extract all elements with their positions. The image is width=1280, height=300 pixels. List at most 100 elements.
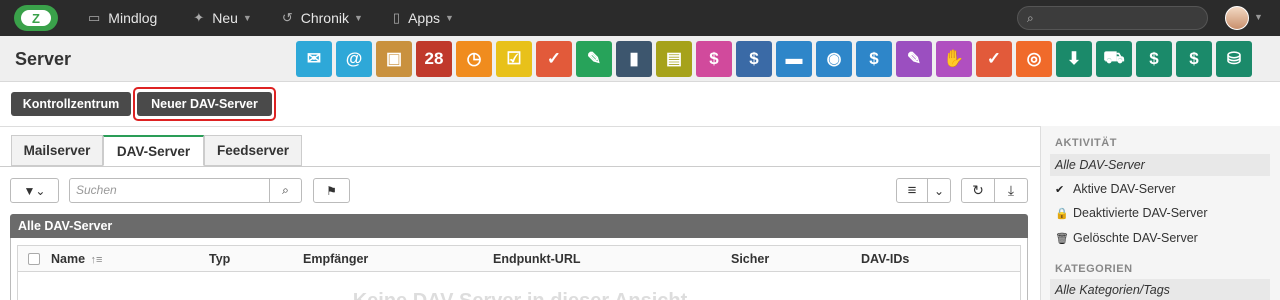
cashier-icon[interactable]: $ [696, 41, 732, 77]
contacts-icon[interactable]: ▣ [376, 41, 412, 77]
dollar-icon[interactable]: $ [736, 41, 772, 77]
list-icon: ≡ [907, 182, 917, 199]
grid-title-bar: Alle DAV-Server [10, 214, 1028, 238]
nav-apps[interactable]: ▯ Apps ▼ [393, 0, 454, 36]
sidebar-item-label: Deaktivierte DAV-Server [1073, 206, 1208, 220]
nav-apps-label: Apps [408, 10, 440, 26]
app-logo[interactable]: Z [14, 5, 58, 31]
tasks-icon[interactable]: ☑ [496, 41, 532, 77]
chevron-down-icon: ▼ [242, 13, 252, 23]
export-button[interactable]: ⤓ [994, 178, 1028, 203]
column-endpoint-url[interactable]: Endpunkt-URL [493, 252, 580, 266]
top-navigation-bar: Z ▭ Mindlog ✦ Neu ▼ ↺ Chronik ▼ ▯ Apps ▼… [0, 0, 1280, 36]
cash-icon[interactable]: $ [1136, 41, 1172, 77]
sparkle-icon: ✦ [193, 10, 205, 25]
history-icon: ↺ [281, 10, 293, 25]
calendar-icon[interactable]: 28 [416, 41, 452, 77]
chevron-down-icon[interactable]: ▼ [1254, 12, 1263, 22]
money-bag-icon[interactable]: $ [856, 41, 892, 77]
handshake-icon[interactable]: ✋ [936, 41, 972, 77]
mail-icon[interactable]: ✉ [296, 41, 332, 77]
nav-neu-label: Neu [212, 10, 238, 26]
logo-letter: Z [21, 10, 51, 26]
list-view-button[interactable]: ≡ [896, 178, 928, 203]
title-bar: Server ✉ @ ▣ 28 ◷ ☑ ✓ ✎ ▮ ▤ $ $ ▬ ◉ $ ✎ ✋ ✓ ◎ ⬇ ⛟ $ $ ⛁ [0, 36, 1280, 82]
timer-icon[interactable]: ◷ [456, 41, 492, 77]
tab-feedserver[interactable]: Feedserver [204, 135, 302, 166]
nav-mindlog[interactable]: ▭ Mindlog [88, 0, 157, 36]
list-view-dropdown[interactable]: ⌄ [927, 178, 951, 203]
sort-icon: ↑≡ [90, 254, 103, 266]
tab-dav-server[interactable]: DAV-Server [103, 135, 204, 166]
notes-icon[interactable]: ✎ [576, 41, 612, 77]
column-name[interactable]: Name ↑≡ [51, 252, 102, 266]
activity-heading: AKTIVITÄT [1055, 137, 1117, 149]
sidebar-item-label: Alle Kategorien/Tags [1055, 283, 1170, 297]
chat-icon: ▭ [88, 10, 101, 25]
app-launcher-icons: ✉ @ ▣ 28 ◷ ☑ ✓ ✎ ▮ ▤ $ $ ▬ ◉ $ ✎ ✋ ✓ ◎ ⬇ ⛟ $ $ ⛁ [296, 41, 1252, 77]
download-icon: ⤓ [1007, 182, 1015, 198]
chevron-down-icon: ⌄ [933, 183, 945, 198]
search-icon: ⌕ [282, 183, 289, 197]
categories-heading: KATEGORIEN [1055, 263, 1133, 275]
nav-chronik-label: Chronik [300, 10, 349, 26]
folder-check-icon[interactable]: ✓ [536, 41, 572, 77]
nav-chronik[interactable]: ↺ Chronik ▼ [282, 0, 363, 36]
flag-icon: ⚑ [326, 183, 337, 198]
column-secure[interactable]: Sicher [731, 252, 769, 266]
tablet-icon: ▯ [392, 10, 401, 25]
column-name-label: Name [51, 252, 86, 266]
check-circle-icon: ✔ [1055, 183, 1065, 196]
certificate-icon[interactable]: ✎ [896, 41, 932, 77]
sidebar-item-label: Aktive DAV-Server [1073, 182, 1176, 196]
tab-baseline [0, 166, 1040, 167]
lock-icon: 🔒 [1055, 207, 1069, 220]
price-tag-icon[interactable]: $ [1176, 41, 1212, 77]
chevron-down-icon: ▼ [354, 13, 363, 23]
refresh-icon: ↻ [972, 182, 984, 198]
search-field[interactable] [69, 178, 270, 203]
user-avatar[interactable] [1225, 6, 1249, 30]
broadcast-icon[interactable]: ◎ [1016, 41, 1052, 77]
refresh-button[interactable]: ↻ [961, 178, 995, 203]
sidebar-item-active-dav-servers[interactable]: ✔ Aktive DAV-Server [1050, 178, 1270, 200]
nav-mindlog-label: Mindlog [108, 10, 158, 26]
flag-button[interactable]: ⚑ [313, 178, 350, 203]
address-icon[interactable]: @ [336, 41, 372, 77]
chevron-down-icon: ▼ [445, 13, 454, 23]
column-dav-ids[interactable]: DAV-IDs [861, 252, 909, 266]
search-icon: ⌕ [1027, 11, 1034, 25]
document-icon[interactable]: ▤ [656, 41, 692, 77]
trash-icon: 🗑 [1055, 232, 1069, 245]
sidebar-item-label: Gelöschte DAV-Server [1073, 231, 1198, 245]
search-input[interactable] [76, 179, 266, 201]
select-all-checkbox[interactable] [28, 253, 40, 265]
sidebar-item-all-dav-servers[interactable]: Alle DAV-Server [1050, 154, 1270, 176]
control-center-button[interactable]: Kontrollzentrum [11, 92, 131, 116]
filter-button[interactable]: ▼⌄ [10, 178, 59, 203]
bookmark-icon[interactable]: ▮ [616, 41, 652, 77]
empty-state-message: Keine DAV-Server in dieser Ansicht [0, 290, 1040, 300]
divider [0, 126, 1040, 127]
grid-title: Alle DAV-Server [18, 219, 113, 233]
download-icon[interactable]: ⬇ [1056, 41, 1092, 77]
sidebar-item-disabled-dav-servers[interactable]: 🔒 Deaktivierte DAV-Server [1050, 202, 1270, 224]
highlight-frame [133, 87, 276, 121]
divider [1040, 126, 1041, 300]
support-icon[interactable]: ◉ [816, 41, 852, 77]
cart-icon[interactable]: ⛟ [1096, 41, 1132, 77]
global-search-input[interactable]: ⌕ [1017, 6, 1208, 30]
sidebar-item-label: Alle DAV-Server [1055, 158, 1145, 172]
database-icon[interactable]: ⛁ [1216, 41, 1252, 77]
contract-icon[interactable]: ✓ [976, 41, 1012, 77]
column-recipient[interactable]: Empfänger [303, 252, 368, 266]
column-type[interactable]: Typ [209, 252, 230, 266]
sidebar-item-deleted-dav-servers[interactable]: 🗑 Gelöschte DAV-Server [1050, 227, 1270, 249]
search-button[interactable]: ⌕ [269, 178, 302, 203]
filter-icon: ▼⌄ [23, 183, 46, 198]
page-title: Server [15, 49, 72, 69]
truck-icon[interactable]: ▬ [776, 41, 812, 77]
sidebar-item-all-categories[interactable]: Alle Kategorien/Tags [1050, 279, 1270, 300]
tab-mailserver[interactable]: Mailserver [11, 135, 103, 166]
nav-neu[interactable]: ✦ Neu ▼ [193, 0, 252, 36]
